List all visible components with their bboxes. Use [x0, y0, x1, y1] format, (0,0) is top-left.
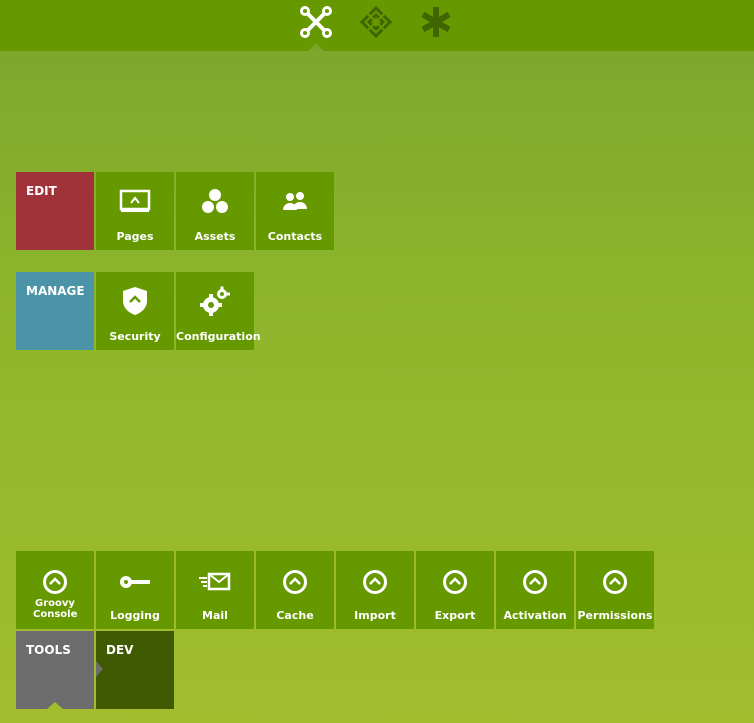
- pages-label: Pages: [116, 230, 154, 243]
- contacts-label: Contacts: [267, 230, 323, 243]
- export-tile[interactable]: Export: [416, 551, 494, 629]
- pages-tile[interactable]: Pages: [96, 172, 174, 250]
- permissions-label: Permissions: [577, 609, 653, 622]
- shield-icon: [96, 286, 174, 316]
- contacts-icon: [256, 186, 334, 216]
- assets-label: Assets: [194, 230, 236, 243]
- assets-icon: [176, 186, 254, 216]
- logging-label: Logging: [110, 609, 160, 622]
- import-tile[interactable]: Import: [336, 551, 414, 629]
- export-label: Export: [434, 609, 476, 622]
- logging-tile[interactable]: Logging: [96, 551, 174, 629]
- chevron-circle-icon: [416, 567, 494, 597]
- chevron-circle-icon: [336, 567, 414, 597]
- gears-icon: [176, 286, 254, 316]
- edit-group-label: EDIT: [26, 184, 57, 198]
- mail-label: Mail: [202, 609, 228, 622]
- diamond-pattern-icon[interactable]: [356, 2, 396, 42]
- contacts-tile[interactable]: Contacts: [256, 172, 334, 250]
- arrow-indicator: [96, 661, 103, 677]
- nodes-icon[interactable]: [296, 2, 336, 42]
- security-tile[interactable]: Security: [96, 272, 174, 350]
- chevron-circle-icon: [496, 567, 574, 597]
- edit-group-header: EDIT: [16, 172, 94, 250]
- tools-tab-label: TOOLS: [26, 643, 71, 657]
- permissions-tile[interactable]: Permissions: [576, 551, 654, 629]
- mail-icon: [176, 567, 254, 597]
- activation-tile[interactable]: Activation: [496, 551, 574, 629]
- groovy-console-label: Groovy Console: [33, 598, 78, 620]
- configuration-label: Configuration: [176, 330, 261, 343]
- assets-tile[interactable]: Assets: [176, 172, 254, 250]
- dev-tab-label: DEV: [106, 643, 134, 657]
- pages-icon: [96, 186, 174, 216]
- active-indicator: [47, 702, 63, 709]
- active-indicator: [308, 43, 324, 51]
- manage-group-header: MANAGE: [16, 272, 94, 350]
- import-label: Import: [354, 609, 396, 622]
- dev-tab[interactable]: DEV: [96, 631, 174, 709]
- tools-tab[interactable]: TOOLS: [16, 631, 94, 709]
- asterisk-icon[interactable]: [416, 2, 456, 42]
- cache-label: Cache: [276, 609, 314, 622]
- activation-label: Activation: [503, 609, 567, 622]
- mail-tile[interactable]: Mail: [176, 551, 254, 629]
- groovy-console-tile[interactable]: Groovy Console: [16, 551, 94, 629]
- chevron-circle-icon: [256, 567, 334, 597]
- key-icon: [96, 567, 174, 597]
- chevron-circle-icon: [576, 567, 654, 597]
- security-label: Security: [109, 330, 161, 343]
- chevron-circle-icon: [16, 567, 94, 597]
- configuration-tile[interactable]: Configuration: [176, 272, 261, 350]
- top-nav-bar: [0, 0, 754, 51]
- cache-tile[interactable]: Cache: [256, 551, 334, 629]
- manage-group-label: MANAGE: [26, 284, 85, 298]
